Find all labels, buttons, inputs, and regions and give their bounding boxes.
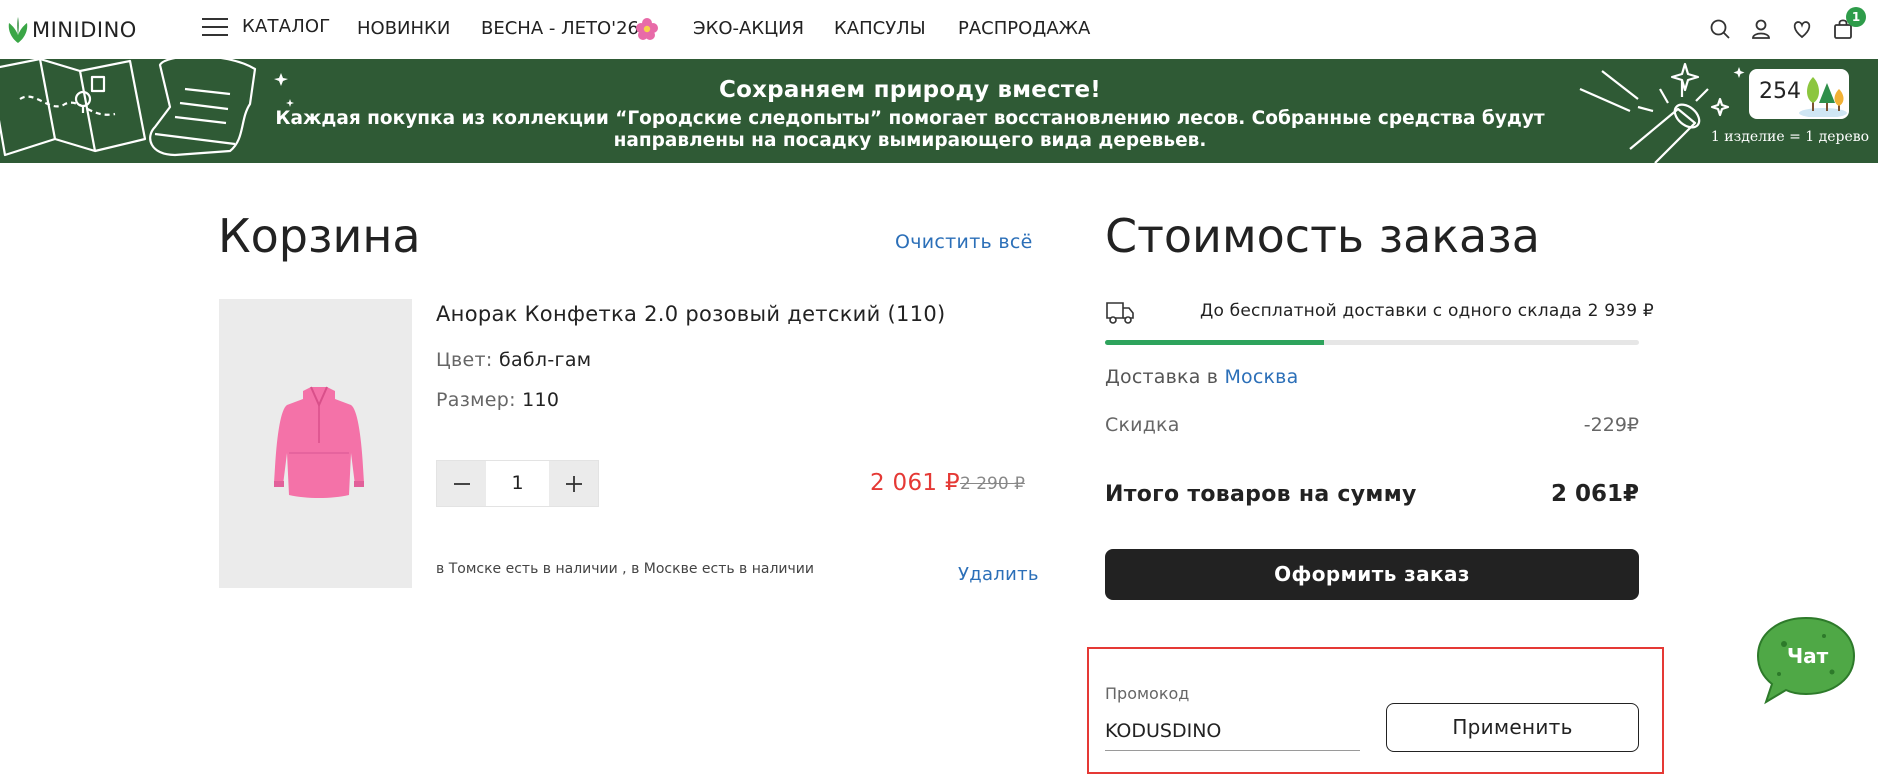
promo-code-label: Промокод: [1105, 684, 1190, 703]
plus-icon: [565, 475, 582, 492]
chat-label[interactable]: Чат: [1787, 644, 1828, 668]
nav-capsules[interactable]: КАПСУЛЫ: [834, 18, 926, 39]
size-label: Размер:: [436, 389, 516, 411]
account-icon[interactable]: [1749, 17, 1773, 41]
trees-icon: [1799, 77, 1847, 117]
order-summary-title: Стоимость заказа: [1105, 209, 1540, 263]
nav-eco-action[interactable]: ЭКО-АКЦИЯ: [693, 18, 804, 39]
color-value: бабл-гам: [498, 349, 592, 371]
cart-title: Корзина: [218, 209, 421, 263]
discount-value: -229₽: [1583, 414, 1639, 436]
total-value: 2 061₽: [1550, 481, 1639, 507]
trees-caption: 1 изделие = 1 дерево: [1710, 129, 1870, 145]
product-size: Размер: 110: [436, 389, 559, 411]
burger-menu-icon: [202, 17, 228, 36]
checkout-button[interactable]: Оформить заказ: [1105, 549, 1639, 600]
availability-text: в Томске есть в наличии , в Москве есть …: [436, 561, 814, 577]
nav-spring-summer[interactable]: ВЕСНА - ЛЕТО'26: [481, 18, 639, 39]
flower-icon: [636, 18, 658, 40]
minus-icon: [453, 482, 470, 485]
cart-count-badge: 1: [1846, 7, 1866, 27]
size-value: 110: [522, 389, 560, 411]
heart-icon[interactable]: [1790, 17, 1814, 41]
logo-text: MINIDINO: [32, 18, 137, 42]
catalog-menu-button[interactable]: КАТАЛОГ: [202, 16, 330, 37]
delivery-city-link[interactable]: Москва: [1224, 366, 1298, 388]
old-price: 2 290 ₽: [960, 474, 1025, 494]
flashlight-illustration: [1579, 62, 1745, 163]
quantity-value[interactable]: 1: [486, 461, 549, 506]
free-shipping-progress-bar: [1105, 340, 1639, 345]
trees-counter-card: 254: [1749, 69, 1849, 119]
pink-anorak-image: [274, 386, 364, 498]
clear-all-link[interactable]: Очистить всё: [895, 231, 1033, 253]
product-color: Цвет: бабл-гам: [436, 349, 591, 371]
banner-text: Каждая покупка из коллекции “Городские с…: [275, 108, 1545, 151]
delivery-truck-icon: [1106, 302, 1134, 324]
nav-new-arrivals[interactable]: НОВИНКИ: [357, 18, 450, 39]
total-label: Итого товаров на сумму: [1105, 482, 1417, 507]
delivery-location: Доставка в Москва: [1105, 366, 1298, 388]
decrease-quantity-button[interactable]: [437, 461, 486, 506]
logo[interactable]: MINIDINO: [6, 13, 137, 47]
color-label: Цвет:: [436, 349, 493, 371]
nav-sale[interactable]: РАСПРОДАЖА: [958, 18, 1090, 39]
search-icon[interactable]: [1708, 17, 1732, 41]
promo-code-input[interactable]: [1105, 708, 1360, 751]
eco-promo-banner[interactable]: Сохраняем природу вместе! Каждая покупка…: [0, 59, 1878, 163]
current-price: 2 061 ₽: [870, 470, 960, 496]
site-header: MINIDINO КАТАЛОГ НОВИНКИ ВЕСНА - ЛЕТО'26…: [0, 0, 1878, 59]
leaf-logo-icon: [8, 17, 28, 43]
catalog-label: КАТАЛОГ: [242, 16, 331, 37]
free-shipping-text: До бесплатной доставки с одного склада 2…: [1200, 301, 1654, 321]
banner-title: Сохраняем природу вместе!: [719, 77, 1101, 103]
delivery-prefix: Доставка в: [1105, 366, 1219, 388]
quantity-stepper[interactable]: 1: [436, 460, 599, 507]
free-shipping-progress-fill: [1105, 340, 1324, 345]
product-image[interactable]: [219, 299, 412, 588]
map-boot-illustration: [0, 59, 294, 157]
increase-quantity-button[interactable]: [549, 461, 598, 506]
trees-count: 254: [1759, 79, 1801, 104]
apply-promo-button[interactable]: Применить: [1386, 703, 1639, 752]
remove-item-link[interactable]: Удалить: [958, 564, 1039, 585]
discount-label: Скидка: [1105, 414, 1180, 436]
product-name[interactable]: Анорак Конфетка 2.0 розовый детский (110…: [436, 302, 946, 326]
